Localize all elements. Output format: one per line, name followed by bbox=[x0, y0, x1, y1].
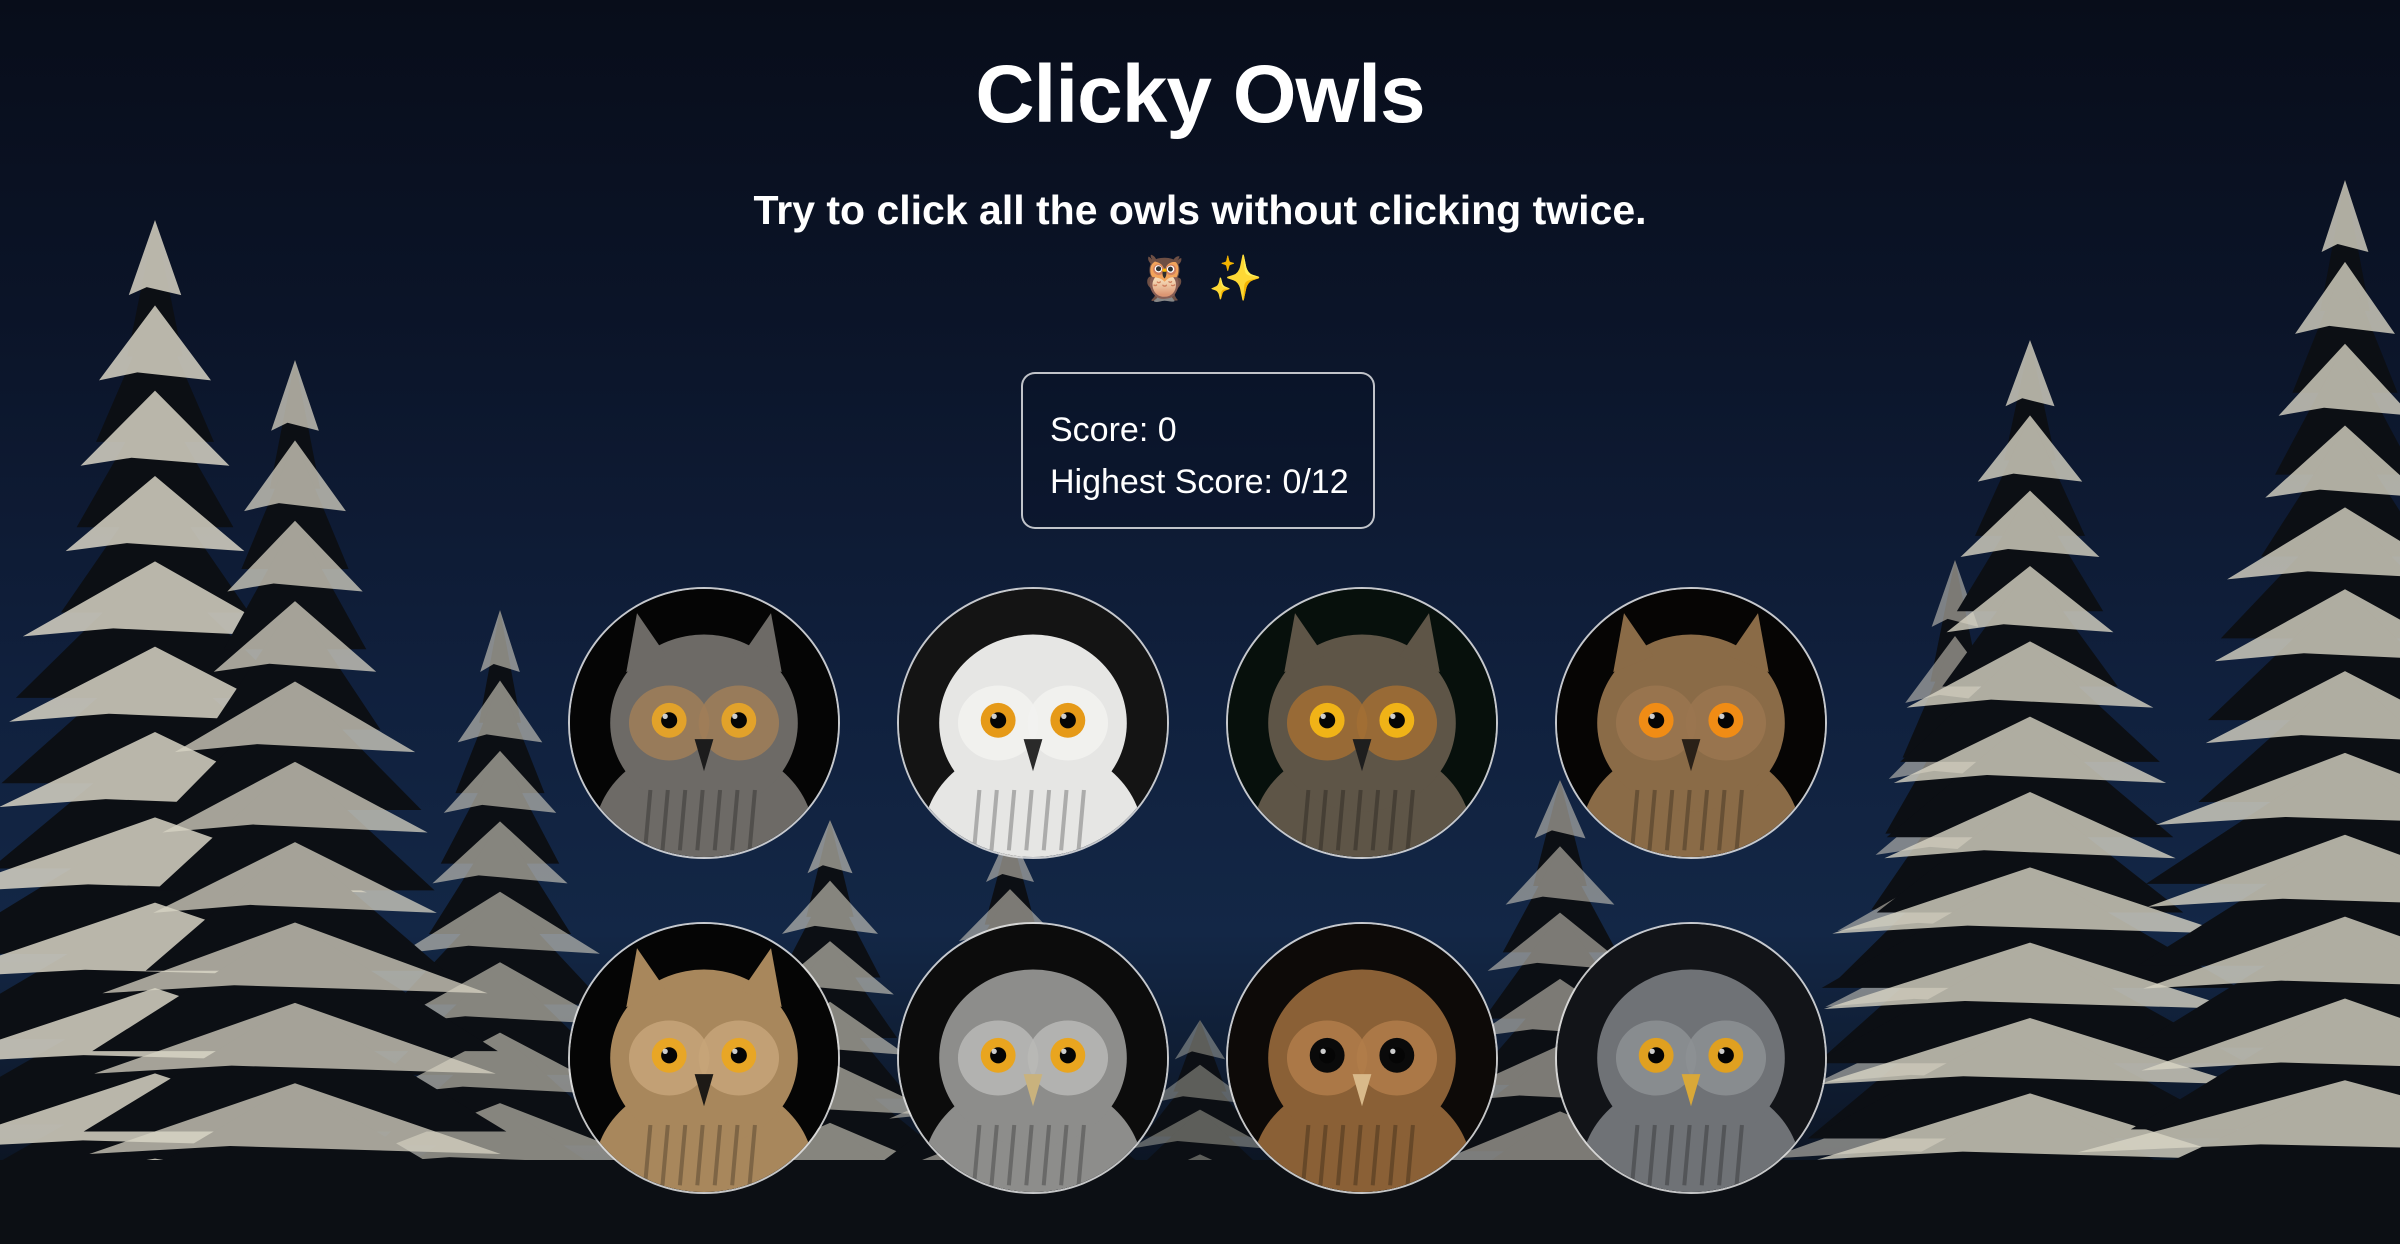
owl-portrait bbox=[1557, 924, 1825, 1192]
owl-grid bbox=[0, 0, 2400, 1244]
owl-portrait bbox=[570, 589, 838, 857]
owl-card-snowy-owl[interactable] bbox=[897, 587, 1169, 859]
owl-card-great-horned-owl[interactable] bbox=[568, 587, 840, 859]
owl-card-eagle-owl-tawny[interactable] bbox=[568, 922, 840, 1194]
owl-card-long-eared-owl[interactable] bbox=[1226, 587, 1498, 859]
owl-card-eurasian-eagle-owl[interactable] bbox=[1555, 587, 1827, 859]
owl-card-tawny-owl[interactable] bbox=[1226, 922, 1498, 1194]
owl-portrait bbox=[899, 924, 1167, 1192]
owl-card-great-grey-owl[interactable] bbox=[1555, 922, 1827, 1194]
owl-portrait bbox=[899, 589, 1167, 857]
owl-portrait bbox=[1557, 589, 1825, 857]
owl-card-northern-hawk-owl[interactable] bbox=[897, 922, 1169, 1194]
owl-portrait bbox=[1228, 924, 1496, 1192]
owl-portrait bbox=[570, 924, 838, 1192]
owl-portrait bbox=[1228, 589, 1496, 857]
